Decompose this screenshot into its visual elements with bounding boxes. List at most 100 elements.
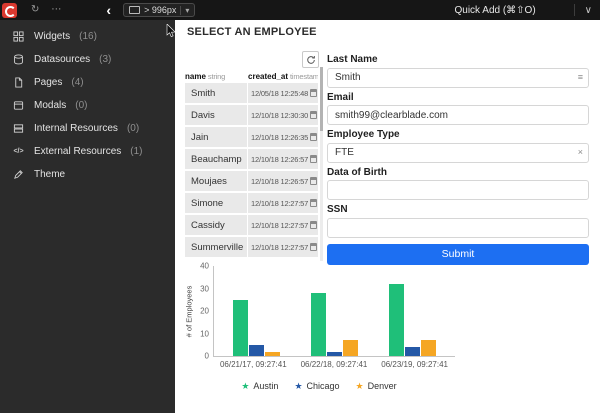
employee-created-cell[interactable]: 12/10/18 12:27:57 xyxy=(248,193,318,213)
employee-name-cell[interactable]: Cassidy xyxy=(185,215,247,235)
x-tick: 06/23/19, 09:27:41 xyxy=(381,360,448,369)
sidebar-item-modals[interactable]: Modals (0) xyxy=(0,94,175,117)
external-resources-icon: </> xyxy=(12,145,25,158)
employee-name-cell[interactable]: Summerville xyxy=(185,237,247,257)
list-picker-icon[interactable]: ≡ xyxy=(578,67,583,87)
bar-denver xyxy=(343,340,358,356)
calendar-icon xyxy=(310,155,317,163)
clearblade-logo-icon[interactable] xyxy=(2,3,17,18)
x-tick: 06/22/18, 09:27:41 xyxy=(301,360,368,369)
employee-name-cell[interactable]: Moujaes xyxy=(185,171,247,191)
sidebar-item-widgets[interactable]: Widgets (16) xyxy=(0,25,175,48)
sidebar: Widgets (16) Datasources (3) Pages (4) M… xyxy=(0,20,175,413)
bar-austin xyxy=(233,300,248,356)
viewport-size-select[interactable]: > 996px ▾ xyxy=(123,3,195,17)
overflow-menu-icon[interactable]: ⋯ xyxy=(51,0,62,20)
widgets-icon xyxy=(12,30,25,43)
collapse-chevron-icon[interactable]: ∨ xyxy=(585,5,592,16)
employee-created-cell[interactable]: 12/10/18 12:27:57 xyxy=(248,237,318,257)
legend-item-denver[interactable]: ★ Denver xyxy=(356,381,397,391)
sidebar-item-label: Theme xyxy=(34,169,65,180)
legend-label: Chicago xyxy=(307,381,340,391)
y-axis-ticks: 40 30 20 10 0 xyxy=(195,266,213,356)
ssn-input[interactable] xyxy=(327,218,589,238)
last-name-input[interactable] xyxy=(327,68,589,88)
employee-created-cell[interactable]: 12/10/18 12:26:57 xyxy=(248,171,318,191)
employee-name-cell[interactable]: Jain xyxy=(185,127,247,147)
employee-type-input[interactable] xyxy=(327,143,589,163)
employee-created-cell[interactable]: 12/10/18 12:26:57 xyxy=(248,149,318,169)
sidebar-item-label: Widgets xyxy=(34,31,70,42)
employee-created-cell[interactable]: 12/10/18 12:26:35 xyxy=(248,127,318,147)
calendar-icon xyxy=(310,199,317,207)
table-row[interactable]: Simone12/10/18 12:27:57 xyxy=(185,193,318,213)
calendar-icon xyxy=(310,177,317,185)
calendar-icon xyxy=(310,243,317,251)
bar-group xyxy=(233,266,280,356)
calendar-icon xyxy=(310,89,317,97)
sidebar-item-external-resources[interactable]: </> External Resources (1) xyxy=(0,140,175,163)
table-scrollbar[interactable] xyxy=(320,67,323,261)
table-row[interactable]: Jain12/10/18 12:26:35 xyxy=(185,127,318,147)
quick-add-button[interactable]: Quick Add (⌘⇧O) xyxy=(454,5,535,16)
sidebar-item-count: (4) xyxy=(71,77,83,88)
field-label-last-name: Last Name xyxy=(327,54,589,66)
sidebar-item-pages[interactable]: Pages (4) xyxy=(0,71,175,94)
email-input[interactable] xyxy=(327,105,589,125)
bar-chicago xyxy=(405,347,420,356)
legend-item-chicago[interactable]: ★ Chicago xyxy=(294,381,339,391)
employee-name-cell[interactable]: Davis xyxy=(185,105,247,125)
topbar-divider xyxy=(574,4,575,16)
sidebar-item-count: (3) xyxy=(99,54,111,65)
table-row[interactable]: Summerville12/10/18 12:27:57 xyxy=(185,237,318,257)
legend-item-austin[interactable]: ★ Austin xyxy=(241,381,278,391)
column-type: string xyxy=(208,72,225,81)
column-header-name[interactable]: namestring xyxy=(185,66,248,84)
column-type: timestamp xyxy=(290,72,318,81)
submit-button[interactable]: Submit xyxy=(327,244,589,265)
sidebar-item-label: External Resources xyxy=(34,146,121,157)
table-row[interactable]: Cassidy12/10/18 12:27:57 xyxy=(185,215,318,235)
back-icon[interactable]: ‹ xyxy=(106,1,111,19)
legend-label: Denver xyxy=(368,381,397,391)
chart-plot xyxy=(213,266,455,357)
sidebar-item-theme[interactable]: Theme xyxy=(0,163,175,186)
table-row[interactable]: Smith12/05/18 12:25:48 xyxy=(185,83,318,103)
datasources-icon xyxy=(12,53,25,66)
column-header-created-at[interactable]: created_attimestamp xyxy=(248,66,318,84)
calendar-icon xyxy=(310,221,317,229)
mouse-cursor xyxy=(166,24,178,38)
page-title: SELECT AN EMPLOYEE xyxy=(187,26,317,38)
y-tick: 30 xyxy=(200,284,209,293)
employee-created-cell[interactable]: 12/10/18 12:27:57 xyxy=(248,215,318,235)
sidebar-item-datasources[interactable]: Datasources (3) xyxy=(0,48,175,71)
bar-chicago xyxy=(327,352,342,357)
table-row[interactable]: Moujaes12/10/18 12:26:57 xyxy=(185,171,318,191)
clear-icon[interactable]: × xyxy=(578,142,583,162)
employee-name-cell[interactable]: Smith xyxy=(185,83,247,103)
bar-denver xyxy=(265,352,280,357)
legend-label: Austin xyxy=(253,381,278,391)
employee-name-cell[interactable]: Simone xyxy=(185,193,247,213)
employee-name-cell[interactable]: Beauchamp xyxy=(185,149,247,169)
date-of-birth-input[interactable] xyxy=(327,180,589,200)
sidebar-item-internal-resources[interactable]: Internal Resources (0) xyxy=(0,117,175,140)
x-tick: 06/21/17, 09:27:41 xyxy=(220,360,287,369)
employee-table-body: Smith12/05/18 12:25:48Davis12/10/18 12:3… xyxy=(185,83,318,257)
sidebar-item-count: (0) xyxy=(127,123,139,134)
theme-icon xyxy=(12,168,25,181)
column-name: created_at xyxy=(248,72,288,81)
y-tick: 20 xyxy=(200,307,209,316)
table-row[interactable]: Beauchamp12/10/18 12:26:57 xyxy=(185,149,318,169)
chevron-down-icon: ▾ xyxy=(180,6,189,15)
table-row[interactable]: Davis12/10/18 12:30:30 xyxy=(185,105,318,125)
app-window: ↻ ⋯ ‹ > 996px ▾ Quick Add (⌘⇧O) ∨ Widget… xyxy=(0,0,600,413)
column-name: name xyxy=(185,72,206,81)
y-tick: 0 xyxy=(205,352,209,361)
employee-created-cell[interactable]: 12/10/18 12:30:30 xyxy=(248,105,318,125)
calendar-icon xyxy=(310,133,317,141)
employee-created-cell[interactable]: 12/05/18 12:25:48 xyxy=(248,83,318,103)
refresh-icon[interactable]: ↻ xyxy=(31,0,39,20)
bar-group xyxy=(311,266,358,356)
x-axis-labels: 06/21/17, 09:27:41 06/22/18, 09:27:41 06… xyxy=(213,360,455,369)
